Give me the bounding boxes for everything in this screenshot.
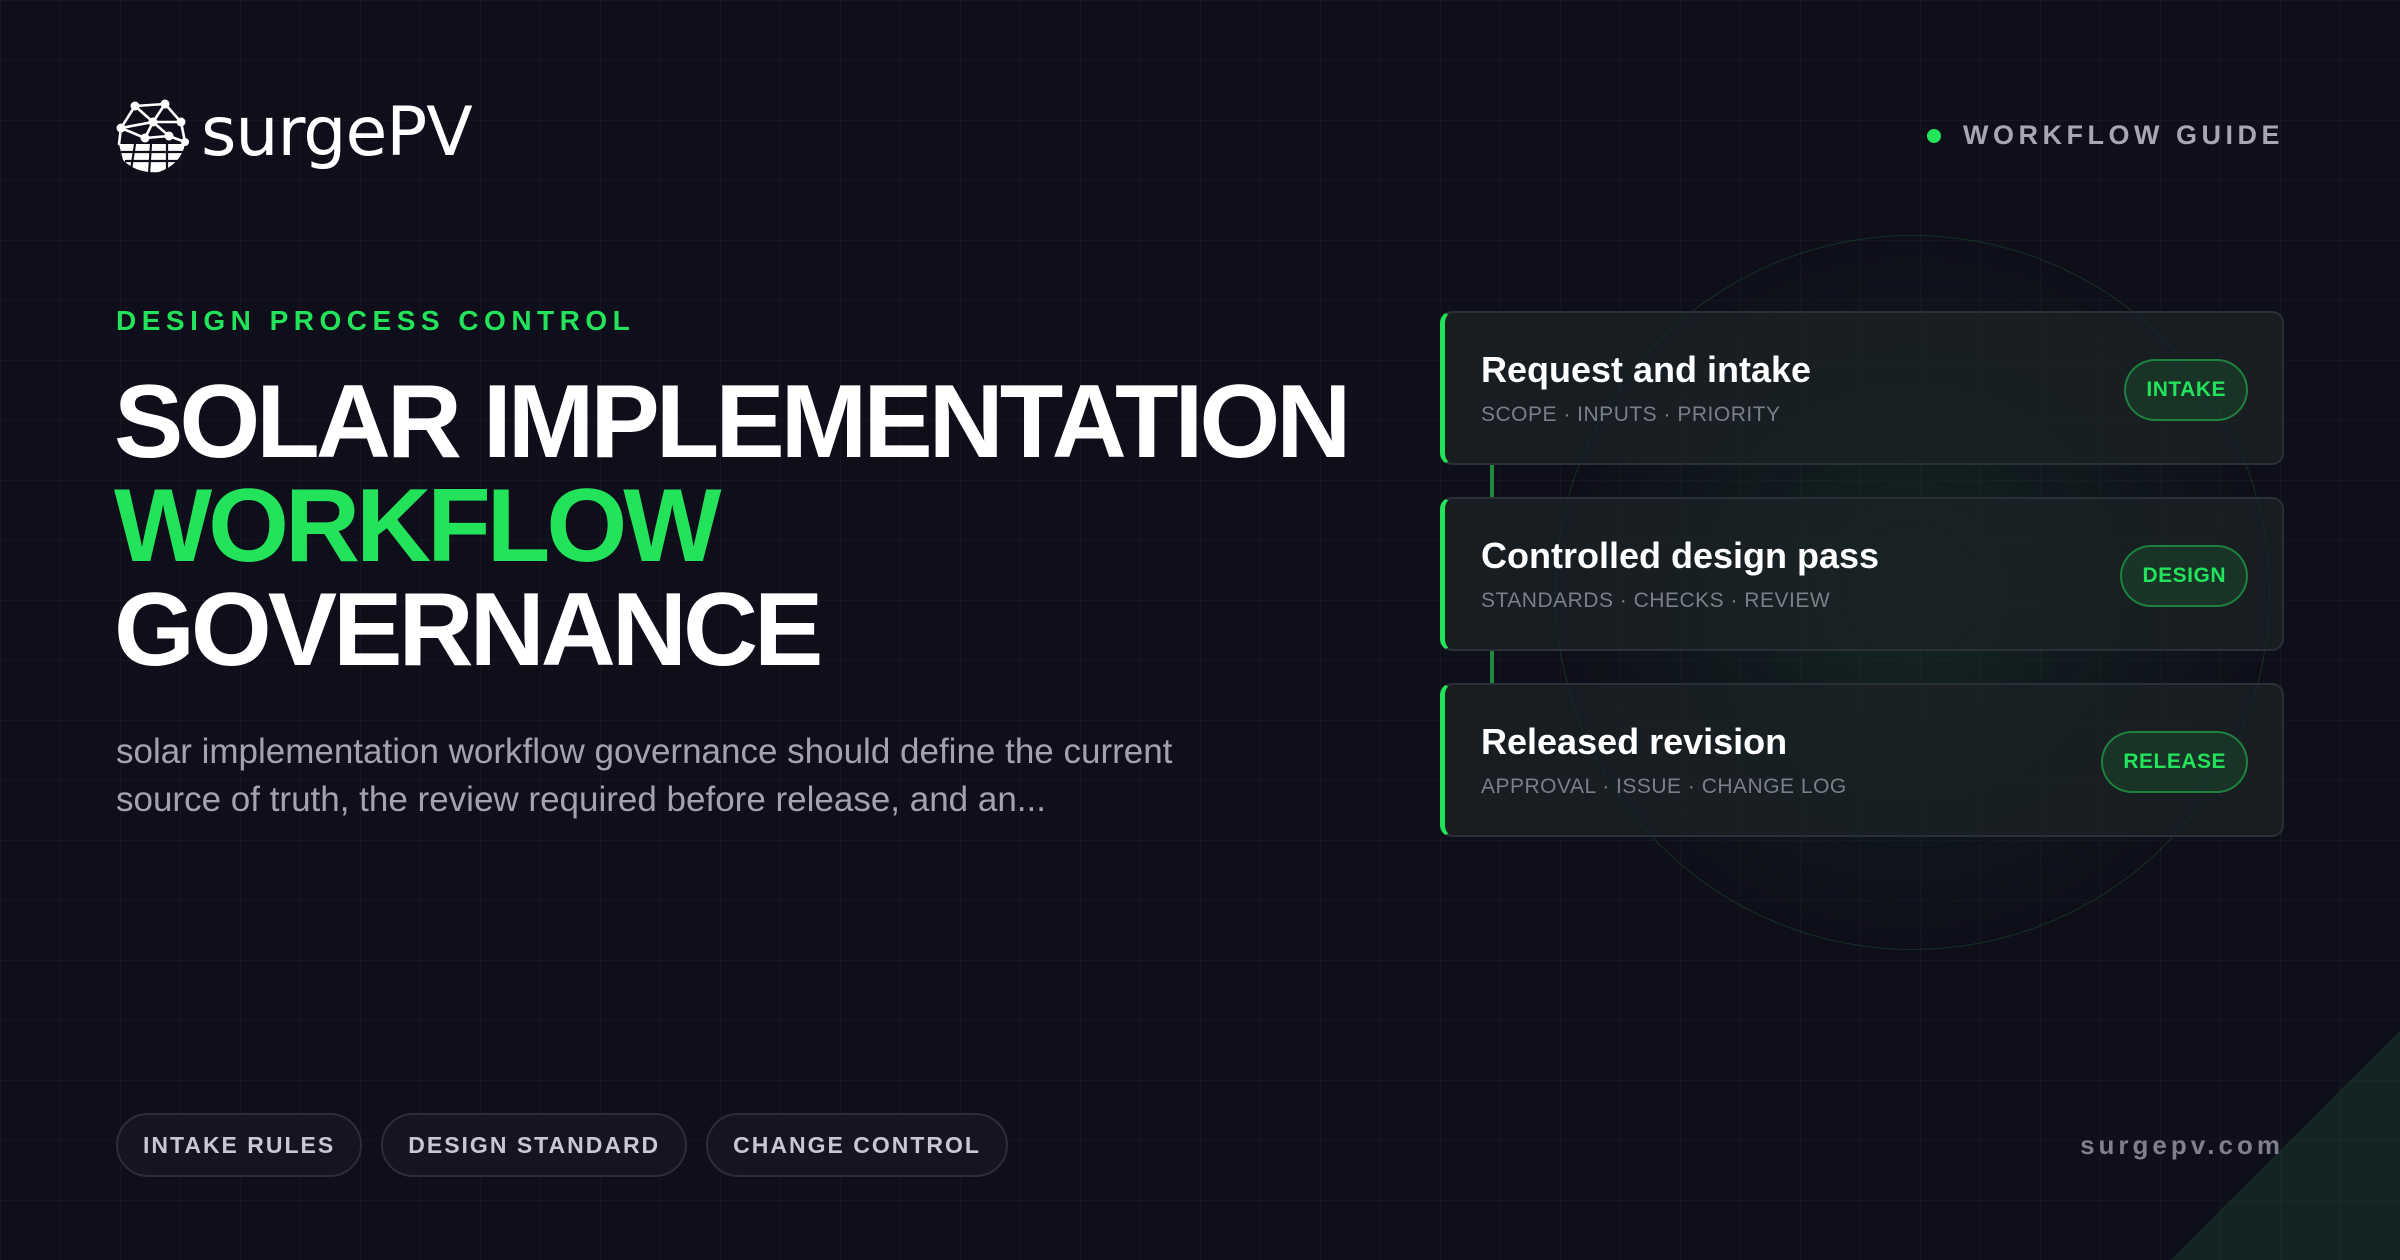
stage-badge: DESIGN bbox=[2120, 545, 2248, 607]
chip-design-standard[interactable]: DESIGN STANDARD bbox=[381, 1113, 688, 1177]
site-url[interactable]: surgepv.com bbox=[2080, 1130, 2284, 1161]
eyebrow-label: DESIGN PROCESS CONTROL bbox=[116, 305, 636, 336]
title-line-3: GOVERNANCE bbox=[114, 572, 823, 688]
page-title: SOLAR IMPLEMENTATION WORKFLOW GOVERNANCE bbox=[114, 370, 1414, 682]
guide-label-text: WORKFLOW GUIDE bbox=[1963, 120, 2284, 150]
step-connector bbox=[1490, 651, 1494, 683]
card-subtitle: APPROVAL · ISSUE · CHANGE LOG bbox=[1481, 775, 1847, 798]
brand-name: surgePV bbox=[201, 93, 473, 172]
title-line-2: WORKFLOW bbox=[114, 468, 721, 584]
tag-chips: INTAKE RULES DESIGN STANDARD CHANGE CONT… bbox=[116, 1113, 1008, 1177]
card-subtitle: SCOPE · INPUTS · PRIORITY bbox=[1481, 403, 1781, 426]
title-line-1: SOLAR IMPLEMENTATION bbox=[114, 364, 1351, 480]
stage-badge: RELEASE bbox=[2101, 731, 2248, 793]
card-title: Released revision bbox=[1481, 721, 1788, 762]
description-line-2: source of truth, the review required bef… bbox=[116, 780, 1046, 819]
card-subtitle: STANDARDS · CHECKS · REVIEW bbox=[1481, 589, 1831, 612]
description: solar implementation workflow governance… bbox=[116, 728, 1276, 824]
status-dot-icon bbox=[1927, 128, 1942, 143]
card-title: Request and intake bbox=[1481, 349, 1812, 390]
workflow-card-intake[interactable]: Request and intake SCOPE · INPUTS · PRIO… bbox=[1440, 311, 2284, 465]
workflow-card-release[interactable]: Released revision APPROVAL · ISSUE · CHA… bbox=[1440, 683, 2284, 837]
workflow-steps: Request and intake SCOPE · INPUTS · PRIO… bbox=[1440, 311, 2284, 837]
card-title: Controlled design pass bbox=[1481, 535, 1880, 576]
step-connector bbox=[1490, 465, 1494, 497]
workflow-guide-label: WORKFLOW GUIDE bbox=[1927, 120, 2284, 151]
brand-logo[interactable]: surgePV bbox=[115, 93, 473, 176]
workflow-card-design[interactable]: Controlled design pass STANDARDS · CHECK… bbox=[1440, 497, 2284, 651]
description-line-1: solar implementation workflow governance… bbox=[116, 732, 1173, 771]
stage-badge: INTAKE bbox=[2124, 359, 2248, 421]
chip-intake-rules[interactable]: INTAKE RULES bbox=[116, 1113, 363, 1177]
solar-globe-icon bbox=[116, 99, 189, 175]
chip-change-control[interactable]: CHANGE CONTROL bbox=[706, 1113, 1008, 1177]
